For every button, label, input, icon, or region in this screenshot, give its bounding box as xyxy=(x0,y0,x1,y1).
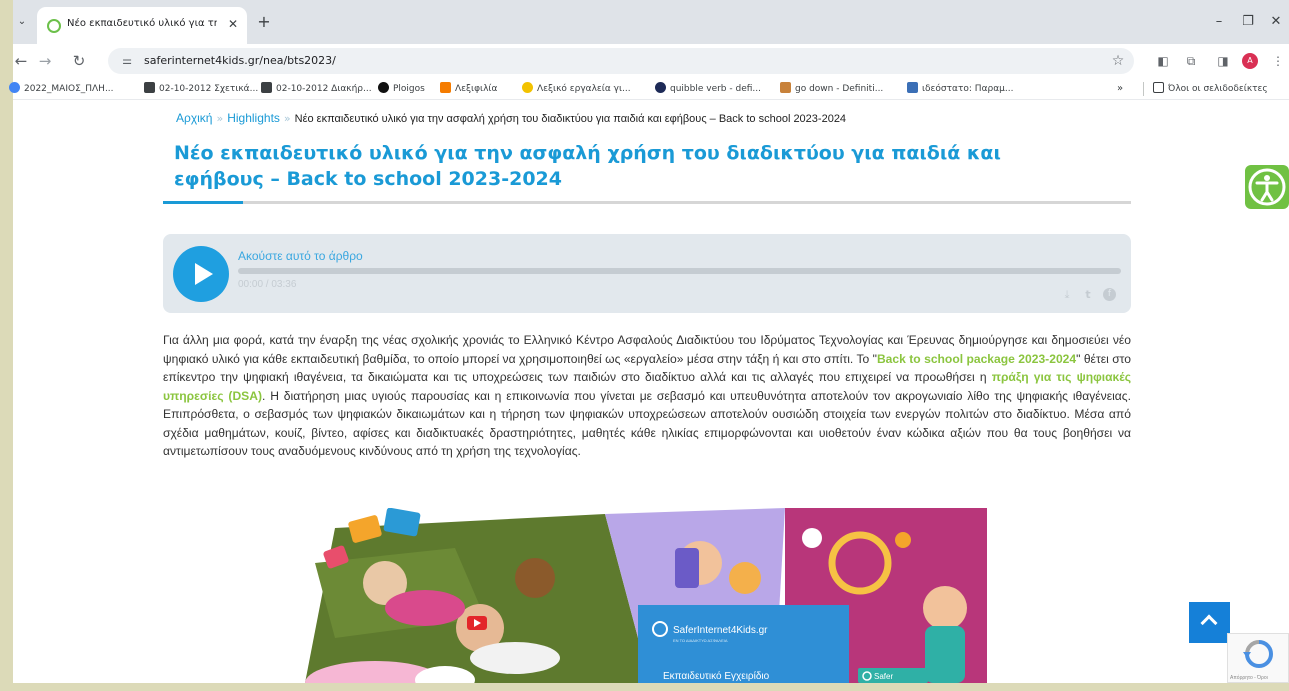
hero-handbook-text: Εκπαιδευτικό Εγχειρίδιο xyxy=(663,670,770,682)
bookmark-label: 02-10-2012 Σχετικά... xyxy=(159,84,259,94)
book-icon xyxy=(907,82,918,93)
browser-tab-active[interactable]: Νέο εκπαιδευτικό υλικό για τη ✕ xyxy=(37,7,247,44)
close-window-button[interactable]: ✕ xyxy=(1266,12,1286,32)
lexifilia-icon xyxy=(440,82,451,93)
bookmark-label: quibble verb - defi... xyxy=(670,84,761,94)
bookmark-label: 2022_ΜΑΙΟΣ_ΠΛΗ... xyxy=(24,84,114,94)
more-menu-icon[interactable]: ⋮ xyxy=(1269,52,1287,70)
bookmark-label: 02-10-2012 Διακήρ... xyxy=(276,84,372,94)
cambridge-icon xyxy=(655,82,666,93)
hero-brand-text: SaferInternet4Kids.gr xyxy=(673,625,768,636)
bookmark-star-icon[interactable]: ☆ xyxy=(1108,51,1128,71)
accessibility-button[interactable] xyxy=(1245,165,1289,209)
bookmarks-separator xyxy=(1143,82,1144,96)
tab-favicon-icon xyxy=(47,19,61,33)
bookmark-item[interactable]: ιδεόστατο: Παραμ... xyxy=(907,81,1013,97)
breadcrumb-separator: » xyxy=(283,112,291,125)
bookmarks-overflow-button[interactable]: » xyxy=(1117,81,1123,97)
bookmarks-bar: 2022_ΜΑΙΟΣ_ΠΛΗ... 02-10-2012 Σχετικά... … xyxy=(9,78,1289,100)
browser-toolbar: ← → ↻ ⚌ saferinternet4kids.gr/nea/bts202… xyxy=(13,44,1289,78)
twitter-icon[interactable]: t xyxy=(1080,288,1096,302)
audio-player: Ακούστε αυτό το άρθρο 00:00 / 03:36 ⤓ t … xyxy=(163,234,1131,313)
hero-collage-graphic: SaferInternet4Kids.gr ΕΝ ΤΩ ΔΙΑΔΙΚΤΥΩ ΑΣ… xyxy=(305,508,987,683)
page-icon xyxy=(261,82,272,93)
article-body: Για άλλη μια φορά, κατά την έναρξη της ν… xyxy=(163,331,1131,461)
article-hero-image: SaferInternet4Kids.gr ΕΝ ΤΩ ΔΙΑΔΙΚΤΥΩ ΑΣ… xyxy=(305,508,987,683)
back-arrow-icon[interactable]: ← xyxy=(11,50,31,72)
bookmark-label: Ploigos xyxy=(393,84,425,94)
hero-brand-tagline: ΕΝ ΤΩ ΔΙΑΔΙΚΤΥΩ ΑΣΦΑΛΕΙΑ xyxy=(673,638,728,643)
tab-title: Νέο εκπαιδευτικό υλικό για τη xyxy=(67,18,217,29)
bookmark-label: ιδεόστατο: Παραμ... xyxy=(922,84,1014,94)
side-panel-icon[interactable]: ◨ xyxy=(1214,52,1232,70)
tab-close-icon[interactable]: ✕ xyxy=(225,15,241,33)
page-icon xyxy=(144,82,155,93)
dictionary-icon xyxy=(522,82,533,93)
breadcrumb: Αρχική» Highlights» Νέο εκπαιδευτικό υλικό… xyxy=(176,111,846,125)
tab-strip: ⌄ Νέο εκπαιδευτικό υλικό για τη ✕ + – ❐ … xyxy=(13,0,1289,44)
page-content: Αρχική» Highlights» Νέο εκπαιδευτικό υλικό… xyxy=(13,101,1289,683)
bookmark-item[interactable]: quibble verb - defi... xyxy=(655,81,761,97)
reload-icon[interactable]: ↻ xyxy=(69,50,89,72)
recaptcha-badge[interactable]: Απόρρητο - Όροι xyxy=(1227,633,1289,683)
bookmark-item[interactable]: Λεξικό εργαλεία γι... xyxy=(522,81,631,97)
minimize-button[interactable]: – xyxy=(1209,12,1229,32)
title-divider xyxy=(163,201,1131,204)
download-icon[interactable]: ⤓ xyxy=(1059,288,1075,302)
audio-timecode: 00:00 / 03:36 xyxy=(238,279,297,290)
breadcrumb-current: Νέο εκπαιδευτικό υλικό για την ασφαλή χρ… xyxy=(294,113,847,125)
title-divider-accent xyxy=(163,201,243,204)
breadcrumb-highlights-link[interactable]: Highlights xyxy=(227,111,280,125)
desktop-background-left xyxy=(0,0,13,691)
breadcrumb-separator: » xyxy=(216,112,224,125)
audio-player-label: Ακούστε αυτό το άρθρο xyxy=(238,249,363,263)
bookmark-item[interactable]: 02-10-2012 Σχετικά... xyxy=(144,81,258,97)
tab-search-icon[interactable]: ⌄ xyxy=(13,12,31,32)
breadcrumb-home-link[interactable]: Αρχική xyxy=(176,111,212,125)
extensions-puzzle-icon[interactable]: ⧉ xyxy=(1182,52,1200,70)
folder-icon xyxy=(1153,82,1164,93)
address-bar[interactable]: ⚌ saferinternet4kids.gr/nea/bts2023/ ☆ xyxy=(108,48,1134,74)
bookmark-item[interactable]: 02-10-2012 Διακήρ... xyxy=(261,81,372,97)
recaptcha-icon xyxy=(1243,640,1273,668)
forward-arrow-icon[interactable]: → xyxy=(35,50,55,72)
audio-progress-bar[interactable] xyxy=(238,268,1121,274)
accessibility-icon xyxy=(1248,168,1286,206)
new-tab-button[interactable]: + xyxy=(253,11,275,33)
recaptcha-terms-text: Απόρρητο - Όροι xyxy=(1230,675,1268,681)
extension-app-icon[interactable]: ◧ xyxy=(1154,52,1172,70)
article-inline-link[interactable]: Back to school package 2023-2024 xyxy=(877,352,1076,366)
oxford-icon xyxy=(780,82,791,93)
bookmark-label: go down - Definiti... xyxy=(795,84,884,94)
facebook-icon[interactable]: f xyxy=(1103,288,1116,301)
drive-icon xyxy=(9,82,20,93)
site-info-icon[interactable]: ⚌ xyxy=(118,52,136,70)
article-paragraph-text: . Η διατήρηση μιας υγιούς παρουσίας και … xyxy=(163,388,1131,459)
all-bookmarks-label: Όλοι οι σελιδοδείκτες xyxy=(1168,84,1268,94)
all-bookmarks-folder[interactable]: Όλοι οι σελιδοδείκτες xyxy=(1153,81,1268,97)
desktop-background-bottom xyxy=(0,683,1289,691)
bookmark-item[interactable]: go down - Definiti... xyxy=(780,81,883,97)
bookmark-label: Λεξιφιλία xyxy=(455,84,498,94)
maximize-button[interactable]: ❐ xyxy=(1238,12,1258,32)
url-text[interactable]: saferinternet4kids.gr/nea/bts2023/ xyxy=(144,54,336,67)
bookmark-label: Λεξικό εργαλεία γι... xyxy=(537,84,631,94)
profile-avatar[interactable]: A xyxy=(1242,53,1258,69)
bookmark-item[interactable]: 2022_ΜΑΙΟΣ_ΠΛΗ... xyxy=(9,81,114,97)
ploigos-icon xyxy=(378,82,389,93)
page-title: Νέο εκπαιδευτικό υλικό για την ασφαλή χρ… xyxy=(174,142,1001,190)
scroll-to-top-button[interactable] xyxy=(1189,602,1230,643)
hero-small-brand-text: Safer xyxy=(874,672,893,681)
play-button[interactable] xyxy=(173,246,229,302)
bookmark-item[interactable]: Λεξιφιλία xyxy=(440,81,497,97)
bookmark-item[interactable]: Ploigos xyxy=(378,81,425,97)
